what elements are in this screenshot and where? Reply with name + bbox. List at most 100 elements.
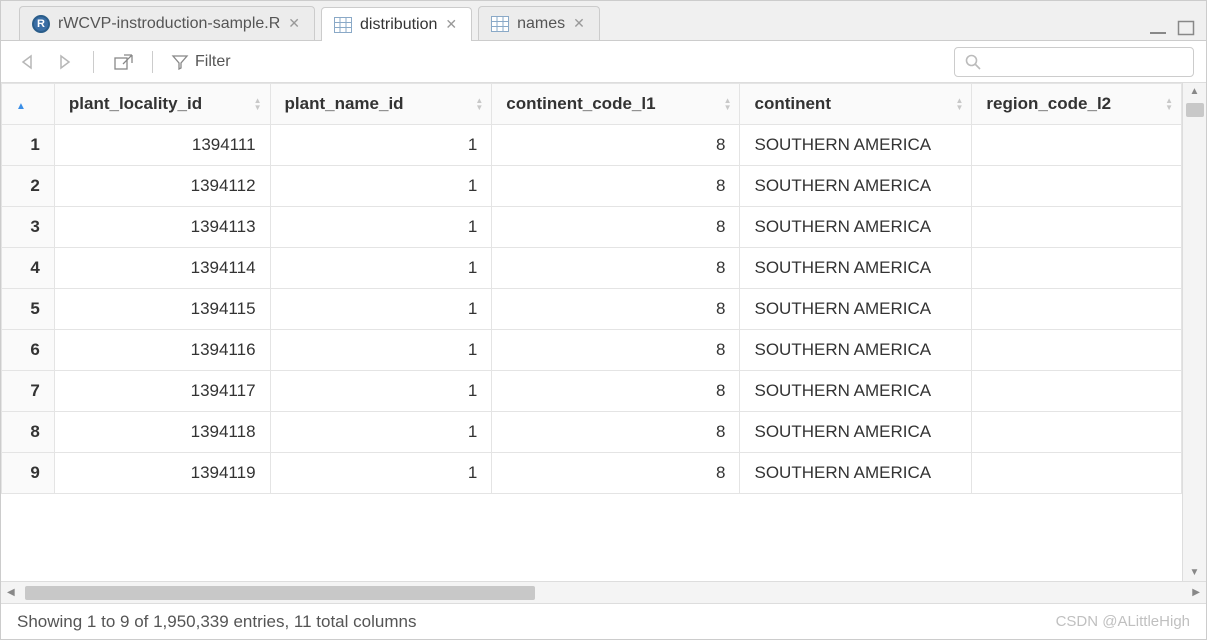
row-number: 6 [2, 330, 55, 371]
cell-continent: SOUTHERN AMERICA [740, 371, 972, 412]
table-row[interactable]: 2139411218SOUTHERN AMERICA [2, 166, 1182, 207]
row-number: 7 [2, 371, 55, 412]
column-plant-name-id[interactable]: plant_name_id ▲▼ [270, 84, 492, 125]
cell-plant_locality_id: 1394113 [54, 207, 270, 248]
tab-bar: R rWCVP-instroduction-sample.R ✕ distrib… [1, 1, 1206, 41]
sort-icon: ▲▼ [1165, 97, 1173, 111]
tab-label: names [517, 15, 565, 33]
popup-button[interactable] [106, 49, 140, 75]
table-row[interactable]: 3139411318SOUTHERN AMERICA [2, 207, 1182, 248]
table-row[interactable]: 6139411618SOUTHERN AMERICA [2, 330, 1182, 371]
cell-region_code_l2 [972, 289, 1182, 330]
column-plant-locality-id[interactable]: plant_locality_id ▲▼ [54, 84, 270, 125]
table-row[interactable]: 1139411118SOUTHERN AMERICA [2, 125, 1182, 166]
separator [152, 51, 153, 73]
scroll-thumb[interactable] [1186, 103, 1204, 117]
table-row[interactable]: 5139411518SOUTHERN AMERICA [2, 289, 1182, 330]
sort-icon: ▲▼ [724, 97, 732, 111]
column-label: continent_code_l1 [506, 94, 655, 113]
maximize-icon[interactable] [1176, 20, 1196, 36]
status-text: Showing 1 to 9 of 1,950,339 entries, 11 … [17, 612, 416, 632]
close-icon[interactable]: ✕ [573, 15, 585, 32]
search-input[interactable] [987, 54, 1183, 70]
cell-plant_name_id: 1 [270, 330, 492, 371]
tab-label: distribution [360, 16, 437, 34]
horizontal-scrollbar[interactable]: ◀ ▶ [1, 581, 1206, 603]
forward-button[interactable] [49, 50, 81, 74]
filter-button[interactable]: Filter [165, 49, 237, 75]
vertical-scrollbar[interactable]: ▲ ▼ [1182, 83, 1206, 581]
cell-continent_code_l1: 8 [492, 412, 740, 453]
toolbar: Filter [1, 41, 1206, 83]
column-rownum[interactable]: ▲ [2, 84, 55, 125]
row-number: 9 [2, 453, 55, 494]
cell-region_code_l2 [972, 330, 1182, 371]
column-continent-code-l1[interactable]: continent_code_l1 ▲▼ [492, 84, 740, 125]
search-box[interactable] [954, 47, 1194, 77]
cell-region_code_l2 [972, 207, 1182, 248]
close-icon[interactable]: ✕ [288, 15, 300, 32]
cell-region_code_l2 [972, 453, 1182, 494]
cell-continent_code_l1: 8 [492, 125, 740, 166]
table-row[interactable]: 7139411718SOUTHERN AMERICA [2, 371, 1182, 412]
tab-rscript[interactable]: R rWCVP-instroduction-sample.R ✕ [19, 6, 315, 40]
scroll-right-icon[interactable]: ▶ [1186, 587, 1206, 598]
cell-continent: SOUTHERN AMERICA [740, 125, 972, 166]
scroll-down-icon[interactable]: ▼ [1190, 564, 1200, 581]
cell-region_code_l2 [972, 412, 1182, 453]
cell-plant_locality_id: 1394115 [54, 289, 270, 330]
table-row[interactable]: 8139411818SOUTHERN AMERICA [2, 412, 1182, 453]
cell-continent_code_l1: 8 [492, 453, 740, 494]
sort-asc-icon: ▲ [16, 101, 26, 112]
watermark: CSDN @ALittleHigh [1056, 613, 1190, 630]
cell-plant_name_id: 1 [270, 289, 492, 330]
column-label: plant_name_id [285, 94, 404, 113]
cell-plant_name_id: 1 [270, 248, 492, 289]
tab-distribution[interactable]: distribution ✕ [321, 7, 472, 41]
cell-plant_name_id: 1 [270, 412, 492, 453]
filter-label: Filter [195, 53, 231, 71]
cell-plant_locality_id: 1394118 [54, 412, 270, 453]
table-icon [491, 16, 509, 32]
status-bar: Showing 1 to 9 of 1,950,339 entries, 11 … [1, 603, 1206, 639]
row-number: 1 [2, 125, 55, 166]
cell-continent_code_l1: 8 [492, 330, 740, 371]
cell-continent_code_l1: 8 [492, 371, 740, 412]
column-label: region_code_l2 [986, 94, 1111, 113]
cell-plant_locality_id: 1394117 [54, 371, 270, 412]
scroll-up-icon[interactable]: ▲ [1190, 83, 1200, 97]
cell-continent_code_l1: 8 [492, 207, 740, 248]
close-icon[interactable]: ✕ [445, 16, 457, 33]
row-number: 4 [2, 248, 55, 289]
cell-continent_code_l1: 8 [492, 289, 740, 330]
table-row[interactable]: 4139411418SOUTHERN AMERICA [2, 248, 1182, 289]
row-number: 5 [2, 289, 55, 330]
cell-continent: SOUTHERN AMERICA [740, 207, 972, 248]
cell-plant_locality_id: 1394119 [54, 453, 270, 494]
column-continent[interactable]: continent ▲▼ [740, 84, 972, 125]
cell-plant_locality_id: 1394111 [54, 125, 270, 166]
scroll-thumb[interactable] [25, 586, 535, 600]
cell-plant_name_id: 1 [270, 453, 492, 494]
separator [93, 51, 94, 73]
tab-names[interactable]: names ✕ [478, 6, 600, 40]
data-grid: ▲ plant_locality_id ▲▼ plant_name_id ▲▼ … [1, 83, 1206, 603]
cell-continent: SOUTHERN AMERICA [740, 330, 972, 371]
table-row[interactable]: 9139411918SOUTHERN AMERICA [2, 453, 1182, 494]
cell-plant_locality_id: 1394114 [54, 248, 270, 289]
cell-plant_locality_id: 1394112 [54, 166, 270, 207]
scroll-left-icon[interactable]: ◀ [1, 587, 21, 598]
minimize-icon[interactable] [1148, 20, 1168, 36]
search-icon [965, 54, 981, 70]
column-region-code-l2[interactable]: region_code_l2 ▲▼ [972, 84, 1182, 125]
row-number: 3 [2, 207, 55, 248]
column-label: continent [754, 94, 831, 113]
cell-continent_code_l1: 8 [492, 248, 740, 289]
cell-region_code_l2 [972, 125, 1182, 166]
back-button[interactable] [13, 50, 45, 74]
cell-continent: SOUTHERN AMERICA [740, 248, 972, 289]
cell-plant_name_id: 1 [270, 371, 492, 412]
r-file-icon: R [32, 15, 50, 33]
cell-continent: SOUTHERN AMERICA [740, 166, 972, 207]
row-number: 2 [2, 166, 55, 207]
